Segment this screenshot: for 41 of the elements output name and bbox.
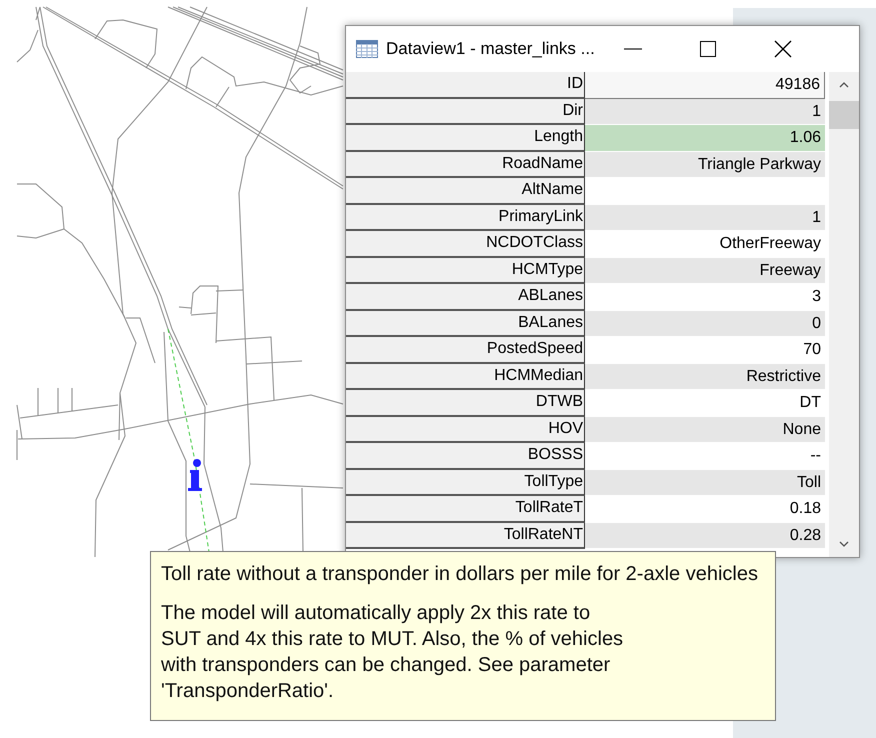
field-name: PrimaryLink [346, 204, 585, 231]
field-value[interactable]: Freeway [585, 258, 825, 283]
maximize-icon [700, 41, 716, 57]
scrollbar[interactable] [829, 72, 859, 557]
field-name: BOSSS [346, 443, 585, 470]
close-icon [774, 40, 792, 58]
field-name: RoadName [346, 152, 585, 178]
field-name: HOV [346, 416, 585, 443]
field-name: PostedSpeed [346, 337, 585, 364]
minimize-icon [624, 48, 642, 50]
field-value[interactable]: 0 [585, 310, 825, 336]
field-value[interactable]: 49186 [585, 72, 825, 98]
field-name: DTWB [346, 390, 585, 416]
field-value[interactable]: 0.28 [585, 522, 825, 548]
field-name: HCMMedian [346, 364, 585, 390]
tooltip-text: The model will automatically apply 2x this rate to SUT and 4x this rate to MUT. Also, the % of vehicles with transponders can be changed. See parameter 'TransponderRatio'. [161, 601, 624, 704]
field-name: ID [346, 72, 585, 98]
tooltip-heading: Toll rate without a transponder in dollars per mile for 2-axle vehicles [161, 562, 759, 586]
field-name: Dir [346, 98, 585, 125]
field-name: TollType [346, 470, 585, 496]
field-value[interactable]: None [585, 416, 825, 442]
up-chevron-icon[interactable] [839, 82, 849, 88]
table-icon [356, 40, 378, 58]
info-icon[interactable] [188, 459, 202, 491]
field-value[interactable]: 1 [585, 98, 825, 124]
field-value[interactable]: Toll [585, 470, 825, 495]
field-value[interactable]: Restrictive [585, 364, 825, 389]
field-name: NCDOTClass [346, 231, 585, 258]
scroll-thumb[interactable] [829, 101, 859, 129]
field-name: TollRateNT [346, 522, 585, 549]
field-name: Length [346, 125, 585, 152]
window-title: Dataview1 - master_links ... [386, 39, 595, 59]
down-chevron-icon[interactable] [839, 541, 849, 547]
field-name: TollRateT [346, 496, 585, 522]
field-value[interactable]: 1.06 [585, 125, 825, 150]
field-name: ABLanes [346, 284, 585, 310]
field-name: AltName [346, 178, 585, 204]
field-name: HCMType [346, 258, 585, 284]
field-name: BALanes [346, 310, 585, 337]
field-value[interactable]: 1 [585, 204, 825, 230]
field-value[interactable]: Triangle Parkway [585, 152, 825, 177]
